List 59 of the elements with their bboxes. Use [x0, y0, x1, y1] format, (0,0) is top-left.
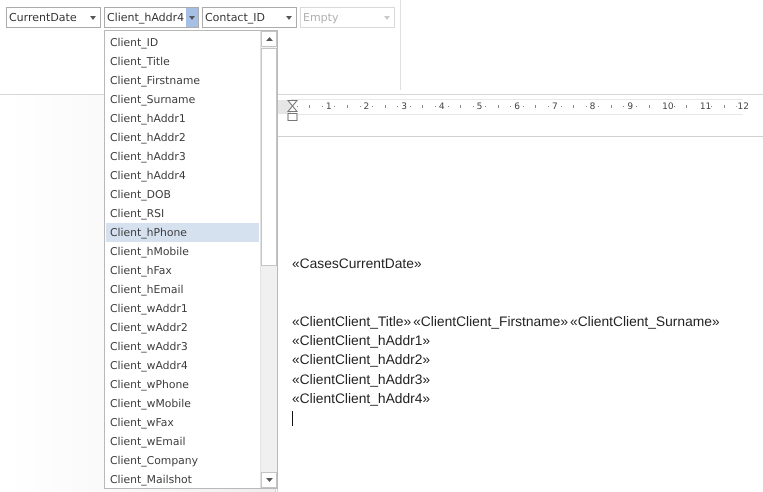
caret-icon: [266, 478, 272, 482]
list-item[interactable]: Client_wAddr2: [106, 318, 259, 337]
list-item[interactable]: Client_ID: [106, 33, 259, 52]
merge-field: «ClientClient_Surname»: [570, 312, 720, 332]
text-cursor: [292, 410, 293, 426]
list-item[interactable]: Client_wEmail: [106, 432, 259, 451]
scroll-down-button[interactable]: [261, 472, 277, 488]
list-item[interactable]: Client_DOB: [106, 185, 259, 204]
scroll-up-button[interactable]: [261, 31, 277, 47]
merge-field: «ClientClient_hAddr4»: [292, 389, 430, 408]
ruler-number: 10: [661, 102, 675, 112]
list-item[interactable]: Client_Mailshot: [106, 470, 259, 489]
list-item[interactable]: Client_Firstname: [106, 71, 259, 90]
list-item[interactable]: Client_hAddr2: [106, 128, 259, 147]
field-dropdown[interactable]: CurrentDate: [6, 7, 101, 28]
list-item[interactable]: Client_wPhone: [106, 375, 259, 394]
list-item[interactable]: Client_hAddr1: [106, 109, 259, 128]
merge-field: «ClientClient_hAddr1»: [292, 331, 430, 350]
ruler-number: 2: [362, 102, 370, 112]
caret-up-icon: [266, 37, 272, 41]
ruler-number: 1: [324, 102, 333, 112]
scrollbar[interactable]: [260, 31, 277, 488]
merge-field: «ClientClient_hAddr2»: [292, 350, 430, 370]
list-item[interactable]: Client_wFax: [106, 413, 259, 432]
field-dropdown[interactable]: Client_hAddr4: [104, 7, 199, 28]
list-item[interactable]: Client_hMobile: [106, 242, 259, 261]
indent-marker-icon[interactable]: [287, 100, 298, 121]
list-item[interactable]: Client_wAddr1: [106, 299, 259, 318]
list-item[interactable]: Client_Surname: [106, 90, 259, 109]
list-item[interactable]: Client_Company: [106, 451, 259, 470]
ruler-number: 12: [736, 102, 750, 112]
scroll-thumb[interactable]: [261, 48, 277, 266]
list-item[interactable]: Client_hAddr4: [106, 166, 259, 185]
merge-field: «ClientClient_Firstname»: [413, 312, 568, 332]
field-dropdown[interactable]: Contact_ID: [202, 7, 297, 28]
list-item[interactable]: Client_wAddr3: [106, 337, 259, 356]
ruler-number: 5: [476, 102, 484, 112]
list-item[interactable]: Client_hPhone: [106, 223, 259, 242]
merge-field: «ClientClient_Title»: [292, 312, 412, 332]
list-item[interactable]: Client_Title: [106, 52, 259, 71]
ruler-number: 8: [588, 102, 596, 112]
ruler-number: 3: [400, 102, 408, 112]
ruler-number: 4: [438, 102, 446, 112]
list-item[interactable]: Client_wAddr4: [106, 356, 259, 375]
caret-icon: [189, 16, 196, 20]
ruler-number: 11: [698, 102, 712, 112]
ruler-number: 6: [513, 102, 521, 112]
list-item[interactable]: Client_hAddr3: [106, 147, 259, 166]
merge-field: «CasesCurrentDate»: [292, 254, 422, 274]
ruler-number: 7: [550, 102, 559, 112]
list-item[interactable]: Client_wMobile: [106, 394, 259, 413]
caret-icon: [286, 16, 292, 20]
list-item[interactable]: Client_RSI: [106, 204, 259, 223]
caret-icon: [384, 16, 390, 20]
list-item[interactable]: Client_hFax: [106, 261, 259, 280]
list-item[interactable]: Client_hEmail: [106, 280, 259, 299]
merge-field: «ClientClient_hAddr3»: [292, 370, 430, 390]
caret-icon: [90, 16, 96, 20]
ruler-number: 9: [626, 102, 634, 112]
